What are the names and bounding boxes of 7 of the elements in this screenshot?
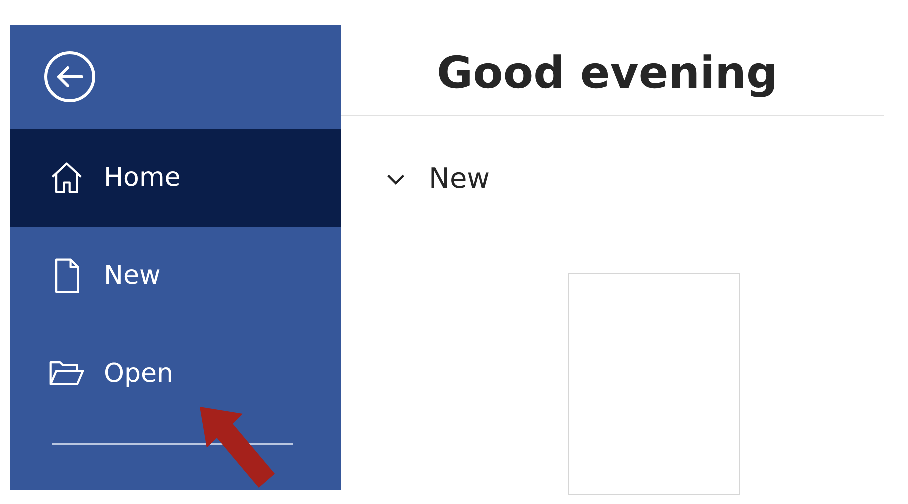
nav-item[interactable]: New: [10, 227, 341, 325]
section-header[interactable]: New: [385, 162, 490, 196]
nav-item[interactable]: Home: [10, 129, 341, 227]
blank-document-thumbnail[interactable]: [568, 273, 740, 496]
back-icon[interactable]: [43, 50, 97, 104]
nav-item[interactable]: Open: [10, 325, 341, 423]
greeting-heading: Good evening: [437, 50, 779, 98]
